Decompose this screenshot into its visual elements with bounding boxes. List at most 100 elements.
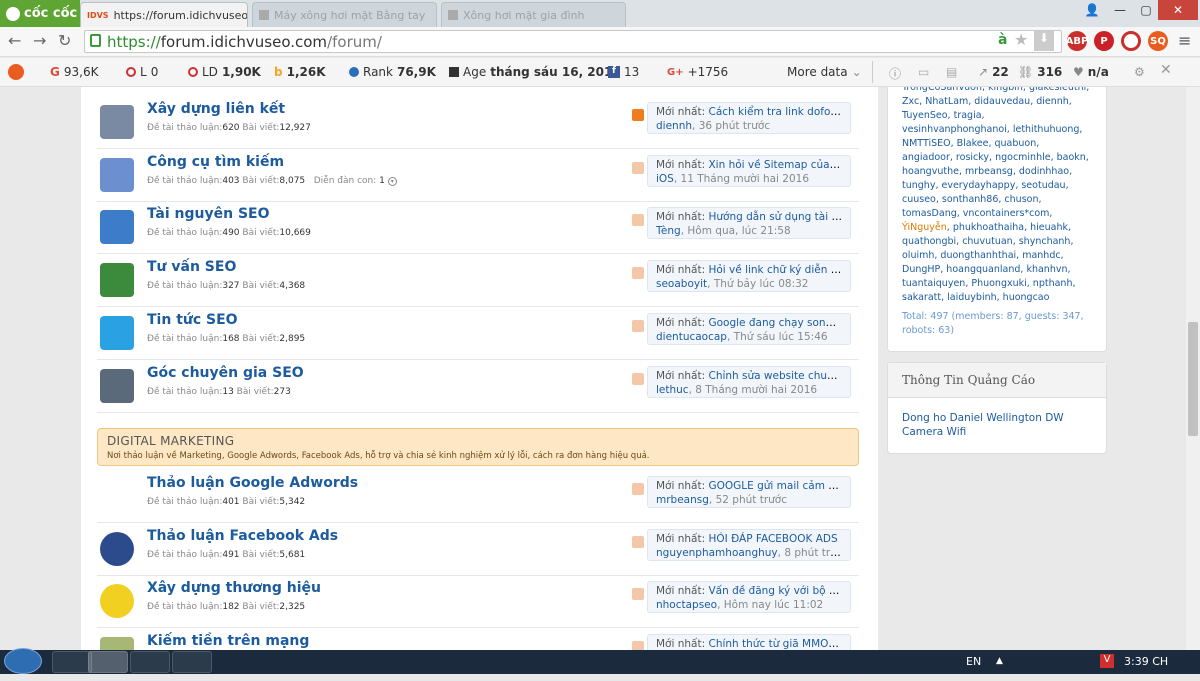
seo-bing-index[interactable]: b 1,26K <box>274 65 326 79</box>
tab-forum[interactable]: IDVS https://forum.idichvuseo.c ✕ <box>80 2 248 27</box>
maximize-icon[interactable]: ▢ <box>1132 0 1160 20</box>
forum-row: Xây dựng thương hiệu Đề tài thảo luận:182… <box>97 576 859 629</box>
latest-post-box[interactable]: Mới nhất: Google đang chạy song s... dien… <box>647 312 851 345</box>
latest-post-box[interactable]: Mới nhất: HỎI ĐÁP FACEBOOK ADS nguyenpham… <box>647 528 851 561</box>
seo-value: 13 <box>624 65 640 79</box>
seo-internal-links[interactable]: ⛓ 316 <box>1018 65 1062 79</box>
rss-icon[interactable] <box>632 483 644 495</box>
seo-facebook[interactable]: f 13 <box>608 65 639 79</box>
menu-icon[interactable]: ≡ <box>1178 31 1191 50</box>
more-data-label: More data <box>787 65 848 79</box>
seo-google-index[interactable]: G 93,6K <box>50 65 98 79</box>
more-data-button[interactable]: More data ⌄ <box>787 65 862 79</box>
settings-gear-icon[interactable]: ⚙ <box>1134 65 1145 79</box>
ad-link[interactable]: Dong ho Daniel Wellington DW Camera Wifi <box>888 398 1106 452</box>
members-list-a[interactable]: TrongCoSanVuon, kingbin, giakesieuthi, Z… <box>902 87 1089 219</box>
minimize-icon[interactable]: — <box>1106 0 1134 20</box>
latest-post-box[interactable]: Mới nhất: Hướng dẫn sử dụng tài kh... Tèn… <box>647 207 851 240</box>
forum-title-link[interactable]: Tin tức SEO <box>147 312 238 328</box>
category-header[interactable]: DIGITAL MARKETING Nơi thảo luận về Marke… <box>97 428 859 466</box>
seo-value: tháng sáu 16, 2012 <box>490 65 621 79</box>
vietnamese-input-icon[interactable]: à <box>998 32 1007 48</box>
forum-title-link[interactable]: Góc chuyên gia SEO <box>147 365 304 381</box>
rss-icon[interactable] <box>632 109 644 121</box>
back-icon[interactable]: ← <box>8 31 21 50</box>
seo-linking-domains[interactable]: LD 1,90K <box>188 65 261 79</box>
rss-icon[interactable] <box>632 267 644 280</box>
forum-row: Góc chuyên gia SEO Đề tài thảo luận:13 Bà… <box>97 361 859 413</box>
category-title[interactable]: DIGITAL MARKETING <box>107 434 849 448</box>
excel-taskbar-icon[interactable] <box>130 651 170 673</box>
monitor-icon[interactable]: ▭ <box>918 65 929 79</box>
tab-label: Xông hơi mặt gia đình <box>463 8 585 22</box>
block-icon[interactable] <box>1121 31 1141 51</box>
url-path: /forum/ <box>327 32 382 51</box>
google-plus-icon: G+ <box>667 66 684 78</box>
browser-logo[interactable]: cốc cốc <box>0 0 80 27</box>
pinterest-icon[interactable]: P <box>1094 31 1114 51</box>
circle-icon <box>126 67 136 77</box>
download-icon[interactable]: ⬇ <box>1034 31 1054 51</box>
window-taskbar-icon[interactable] <box>172 651 212 673</box>
page-icon[interactable]: ▤ <box>946 65 957 79</box>
seo-alexa-rank[interactable]: Rank 76,9K <box>349 65 436 79</box>
latest-post-box[interactable]: Mới nhất: GOOGLE gửi mail cảm ná... mrbea… <box>647 476 851 508</box>
rss-icon[interactable] <box>632 535 644 548</box>
forum-title-link[interactable]: Công cụ tìm kiếm <box>147 154 284 170</box>
highlighted-member[interactable]: ÝiNguyễn <box>902 222 947 233</box>
forum-title-link[interactable]: Tài nguyên SEO <box>147 206 270 222</box>
latest-post-box[interactable]: Mới nhất: Vấn đề đăng ký với bộ cô... nho… <box>647 581 851 614</box>
chevron-down-icon: ⌄ <box>851 65 862 79</box>
tab-2[interactable]: Máy xông hơi mặt Bằng tay <box>252 2 437 27</box>
tab-label: https://forum.idichvuseo.c <box>113 8 248 22</box>
coccoc-taskbar-icon[interactable] <box>88 651 128 673</box>
reload-icon[interactable]: ↻ <box>58 31 71 50</box>
seo-density[interactable]: ♥ n/a <box>1073 65 1109 79</box>
seoquake-icon[interactable]: SQ <box>1148 31 1168 51</box>
forum-title-link[interactable]: Thảo luận Facebook Ads <box>147 528 338 544</box>
rss-icon[interactable] <box>632 214 644 227</box>
rss-icon[interactable] <box>632 161 644 174</box>
rss-icon[interactable] <box>632 588 644 601</box>
seo-value: 76,9K <box>396 65 436 79</box>
latest-post-box[interactable]: Mới nhất: Chỉnh sửa website chuẩn ... let… <box>647 365 851 398</box>
seo-links[interactable]: L 0 <box>126 65 158 79</box>
seo-google-plus[interactable]: G+ +1756 <box>667 65 728 79</box>
start-button[interactable] <box>4 648 42 674</box>
rss-icon[interactable] <box>632 319 644 332</box>
close-window-icon[interactable]: ✕ <box>1158 0 1198 20</box>
members-list-b[interactable]: phukhoathaiha, hieuahk, quathongbi, chuv… <box>902 222 1076 303</box>
explorer-taskbar-icon[interactable] <box>52 651 92 673</box>
seo-age[interactable]: Age tháng sáu 16, 2012 <box>449 65 621 79</box>
latest-post-box[interactable]: Mới nhất: Cách kiểm tra link dofollo... d… <box>647 102 851 134</box>
clock[interactable]: 3:39 CH <box>1124 655 1168 668</box>
forum-title-link[interactable]: Kiếm tiền trên mạng <box>147 633 309 649</box>
adblock-icon[interactable]: ABP <box>1066 31 1088 51</box>
close-toolbar-icon[interactable]: ✕ <box>1160 62 1172 78</box>
forum-stats: Đề tài thảo luận:401 Bài viết:5,342 <box>147 497 306 507</box>
forum-title-link[interactable]: Tư vấn SEO <box>147 259 236 275</box>
seo-label: LD <box>202 65 218 79</box>
tab-3[interactable]: Xông hơi mặt gia đình <box>441 2 626 27</box>
forum-title-link[interactable]: Xây dựng thương hiệu <box>147 580 321 596</box>
forward-icon[interactable]: → <box>33 31 46 50</box>
address-bar[interactable]: https://forum.idichvuseo.com/forum/ <box>84 30 1062 53</box>
latest-post-box[interactable]: Mới nhất: Hỏi về link chữ ký diễn đàn seo… <box>647 260 851 293</box>
language-indicator[interactable]: EN <box>966 655 981 668</box>
seo-value: 1,90K <box>221 65 261 79</box>
scrollbar-thumb[interactable] <box>1188 322 1198 436</box>
seoquake-logo-icon[interactable] <box>8 64 24 80</box>
bing-icon: b <box>274 65 283 79</box>
latest-post-box[interactable]: Mới nhất: Xin hỏi về Sitemap của Bing iOS… <box>647 154 851 187</box>
calendar-icon <box>449 67 459 77</box>
rss-icon[interactable] <box>632 372 644 385</box>
info-icon[interactable]: ⓘ <box>889 65 901 82</box>
seo-external-links[interactable]: ↗ 22 <box>978 65 1009 79</box>
tray-arrow-icon[interactable]: ▲ <box>996 656 1003 666</box>
forum-title-link[interactable]: Thảo luận Google Adwords <box>147 475 358 491</box>
forum-row: Công cụ tìm kiếm Đề tài thảo luận:403 Bài… <box>97 150 859 202</box>
bookmark-star-icon[interactable]: ★ <box>1014 30 1028 49</box>
forum-title-link[interactable]: Xây dựng liên kết <box>147 101 285 117</box>
profile-icon[interactable]: 👤 <box>1078 0 1106 20</box>
unikey-icon[interactable]: V <box>1100 654 1114 668</box>
